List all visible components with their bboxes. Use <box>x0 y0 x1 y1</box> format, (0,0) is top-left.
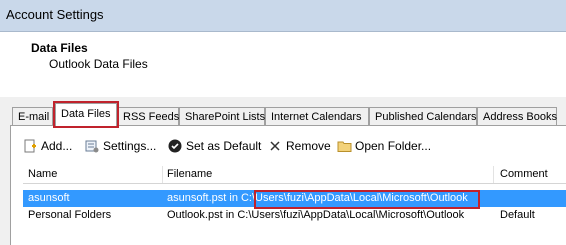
table-row[interactable]: Personal Folders Outlook.pst in C:\Users… <box>23 207 566 224</box>
column-header-filename[interactable]: Filename <box>167 168 212 180</box>
set-as-default-button[interactable]: Set as Default <box>168 137 261 155</box>
settings-button[interactable]: Settings... <box>85 137 156 155</box>
column-header-comment[interactable]: Comment <box>500 168 548 180</box>
account-settings-window: Account Settings Data Files Outlook Data… <box>0 0 566 245</box>
tab-label: E-mail <box>18 111 50 123</box>
tab-label: Address Books <box>483 111 557 123</box>
tab-label: SharePoint Lists <box>185 111 266 123</box>
settings-label: Settings... <box>103 139 157 153</box>
row-name: asunsoft <box>28 192 70 204</box>
remove-label: Remove <box>286 139 331 153</box>
column-header-name[interactable]: Name <box>28 168 57 180</box>
remove-button[interactable]: Remove <box>268 137 331 155</box>
row-name: Personal Folders <box>28 209 112 221</box>
add-label: Add... <box>41 139 73 153</box>
tab-rss-feeds[interactable]: RSS Feeds <box>117 107 179 125</box>
table-header: Name Filename Comment <box>23 166 566 184</box>
window-title: Account Settings <box>6 7 104 22</box>
tab-sharepoint-lists[interactable]: SharePoint Lists <box>179 107 265 125</box>
tab-address-books[interactable]: Address Books <box>477 107 557 125</box>
tab-email[interactable]: E-mail <box>12 107 53 125</box>
close-icon <box>268 139 282 153</box>
tab-highlight-annotation <box>53 101 119 128</box>
add-button[interactable]: Add... <box>23 137 72 155</box>
folder-icon <box>337 139 352 153</box>
column-separator[interactable] <box>493 166 494 183</box>
title-bar: Account Settings <box>0 0 566 32</box>
tab-label: Internet Calendars <box>271 111 362 123</box>
open-folder-label: Open Folder... <box>355 139 432 153</box>
page-subtitle: Outlook Data Files <box>49 57 148 71</box>
tabs-area: E-mail Data Files RSS Feeds SharePoint L… <box>0 97 566 245</box>
settings-icon <box>85 139 99 153</box>
page-header: Data Files Outlook Data Files <box>0 32 566 96</box>
checkmark-icon <box>168 139 182 153</box>
row-filename: Outlook.pst in C:\Users\fuzi\AppData\Loc… <box>167 209 465 221</box>
open-folder-button[interactable]: Open Folder... <box>337 137 431 155</box>
row-comment: Default <box>500 209 535 221</box>
column-separator[interactable] <box>162 166 163 183</box>
tab-label: RSS Feeds <box>123 111 180 123</box>
add-file-icon <box>23 139 37 153</box>
tab-internet-calendars[interactable]: Internet Calendars <box>265 107 369 125</box>
path-highlight-annotation <box>254 190 480 209</box>
data-files-panel: Add... Settings... Set as Default Remove… <box>10 126 566 245</box>
set-as-default-label: Set as Default <box>186 139 262 153</box>
tab-label: Published Calendars <box>375 111 477 123</box>
tab-published-calendars[interactable]: Published Calendars <box>369 107 477 125</box>
page-title: Data Files <box>31 41 88 55</box>
